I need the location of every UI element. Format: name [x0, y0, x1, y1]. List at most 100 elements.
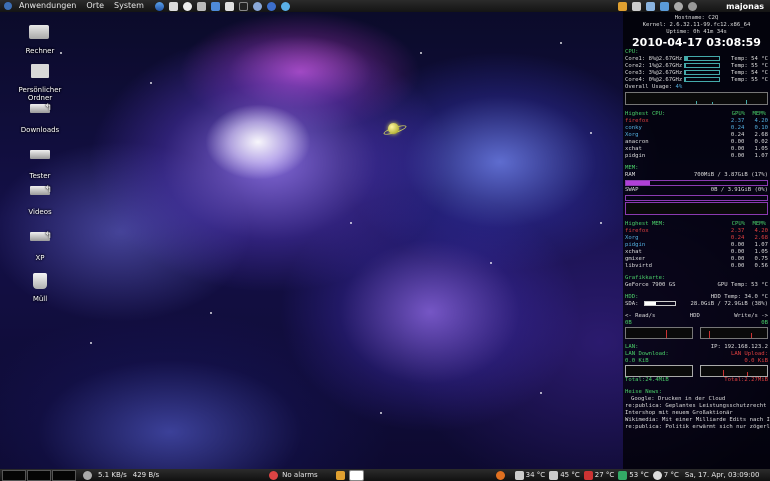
swap-bar [625, 195, 768, 201]
process-mem: 1.05 [754, 146, 768, 152]
desktop-icon-computer[interactable]: Rechner [10, 22, 70, 55]
workspace-3[interactable] [52, 469, 76, 481]
hdd-io-label: HDD [689, 313, 700, 319]
lan-header: LAN: IP: 192.168.123.2 [623, 344, 770, 351]
news-item[interactable]: Intershop mit neuem Großaktionär [623, 410, 770, 417]
weather-icon[interactable] [652, 470, 662, 480]
tools-icon[interactable] [618, 1, 628, 11]
process-cpu: 0.00 [730, 256, 745, 262]
menu-applications[interactable]: Anwendungen [14, 0, 81, 12]
launcher-bar [154, 1, 290, 11]
folder-link-icon: ↰ [29, 103, 52, 124]
menu-system[interactable]: System [109, 0, 149, 12]
gear-icon[interactable] [252, 1, 262, 11]
desktop-icon-label: Downloads [20, 126, 60, 134]
process-mem: 2.68 [754, 235, 768, 241]
network-status-icon[interactable] [660, 1, 670, 11]
desktop-icon-label: Müll [32, 295, 48, 303]
core-usage: 3%@2.67GHz [648, 70, 683, 76]
sensor-temp: 7 °C [663, 471, 679, 479]
firefox-icon[interactable] [154, 1, 164, 11]
gpu-temp-icon [618, 470, 628, 480]
news-item[interactable]: re:publica: Politik erwärmt sich nur zög… [623, 424, 770, 431]
desktop-icon-downloads[interactable]: ↰ Downloads [10, 95, 70, 134]
panel-clock[interactable]: Sa, 17. Apr, 03:09:00 [685, 471, 760, 479]
terminal-icon[interactable] [182, 1, 192, 11]
hdd-heading: HDD: [625, 294, 639, 300]
thunderbird-icon[interactable] [266, 1, 276, 11]
sensor-temp: 27 °C [594, 471, 615, 479]
desktop-icon-tester[interactable]: Tester [10, 141, 70, 180]
process-mem: 4.20 [754, 118, 768, 124]
process-name: pidgin [625, 153, 646, 159]
star [210, 312, 212, 314]
tools-taskbar-icon[interactable] [335, 470, 345, 480]
process-row: libvirtd 0.00 0.56 [623, 263, 770, 270]
sensor-temp: 34 °C [525, 471, 546, 479]
clipboard-icon[interactable] [646, 1, 656, 11]
news-item[interactable]: re:publica: Geplantes Leistungsschutzrec… [623, 403, 770, 410]
lan-total-download: Total:24.4MiB [625, 377, 669, 383]
news-item[interactable]: Google: Drucken in der Cloud [623, 396, 770, 403]
user-menu[interactable]: majonas [726, 2, 764, 11]
network-icon[interactable] [280, 1, 290, 11]
workspace-1[interactable] [2, 469, 26, 481]
menu-places[interactable]: Orte [81, 0, 109, 12]
desktop-icon-xp[interactable]: ↰ XP [10, 223, 70, 262]
process-cpu: 0.24 [730, 235, 745, 241]
screen-icon[interactable] [238, 1, 248, 11]
alarm-clock-icon[interactable] [269, 470, 279, 480]
mem-heading: MEM: [625, 165, 639, 171]
printer-icon[interactable] [168, 1, 178, 11]
core-temp: Temp: 55 °C [730, 63, 768, 69]
fedora-logo-icon[interactable] [4, 2, 12, 10]
download-graph [625, 365, 693, 377]
desktop-icon-videos[interactable]: ↰ Videos [10, 177, 70, 216]
core-usage: 8%@2.67GHz [648, 56, 683, 62]
star [600, 222, 602, 224]
star [560, 42, 562, 44]
swap-value: 0B / 3.91GiB (0%) [710, 187, 768, 193]
text-editor-icon[interactable] [196, 1, 206, 11]
firefox-taskbar-icon[interactable] [495, 470, 505, 480]
cpu-core-row: Core4: 0%@2.67GHz Temp: 55 °C [623, 77, 770, 84]
ip-address: IP: 192.168.123.2 [710, 344, 768, 350]
window-list-button[interactable] [348, 469, 364, 481]
process-mem: 0.75 [754, 256, 768, 262]
process-name: libvirtd [625, 263, 652, 269]
highest-cpu-list: firefox 2.37 4.20 conky 0.24 0.10 Xorg 0.24 2… [623, 118, 770, 160]
workspace-switcher [2, 469, 77, 481]
process-row: Xorg 0.24 2.68 [623, 235, 770, 242]
update-icon[interactable] [632, 1, 642, 11]
news-item[interactable]: Wikimedia: Mit einer Milliarde Edits nac… [623, 417, 770, 424]
net-upload-speed: 429 B/s [132, 471, 160, 479]
notes-icon[interactable] [210, 1, 220, 11]
overall-usage-row: Overall Usage: 4% [623, 84, 770, 91]
process-cpu: 2.37 [730, 228, 745, 234]
cpu-column-header: CPU% [731, 221, 746, 227]
settings-icon[interactable] [688, 1, 698, 11]
chat-icon[interactable] [674, 1, 684, 11]
document-icon[interactable] [224, 1, 234, 11]
process-name: anacron [625, 139, 649, 145]
conky-monitor: Hostname: C2Q Kernel: 2.6.32.11-99.fc12.… [623, 12, 770, 469]
workspace-2[interactable] [27, 469, 51, 481]
desktop-icon-label: Rechner [25, 47, 55, 55]
process-name: Xorg [625, 132, 639, 138]
process-name: xchat [625, 249, 642, 255]
process-mem: 4.20 [754, 228, 768, 234]
process-row: gmixer 0.00 0.75 [623, 256, 770, 263]
star [150, 82, 152, 84]
network-monitor-icon[interactable] [83, 470, 92, 480]
gpu-name: GeForce 7900 GS [625, 282, 676, 288]
system-tray: majonas [618, 0, 770, 12]
desktop-icon-trash[interactable]: Müll [10, 270, 70, 303]
process-row: conky 0.24 0.10 [623, 125, 770, 132]
alarm-status[interactable]: No alarms [282, 471, 318, 479]
disk-io-values: 0B 0B [623, 320, 770, 327]
process-name: Xorg [625, 235, 639, 241]
highest-cpu-header: Highest CPU: GPU% MEM% [623, 111, 770, 118]
gpu-heading: Grafikkarte: [625, 275, 666, 281]
process-name: xchat [625, 146, 642, 152]
lan-total-upload: Total:2.27MiB [724, 377, 768, 383]
